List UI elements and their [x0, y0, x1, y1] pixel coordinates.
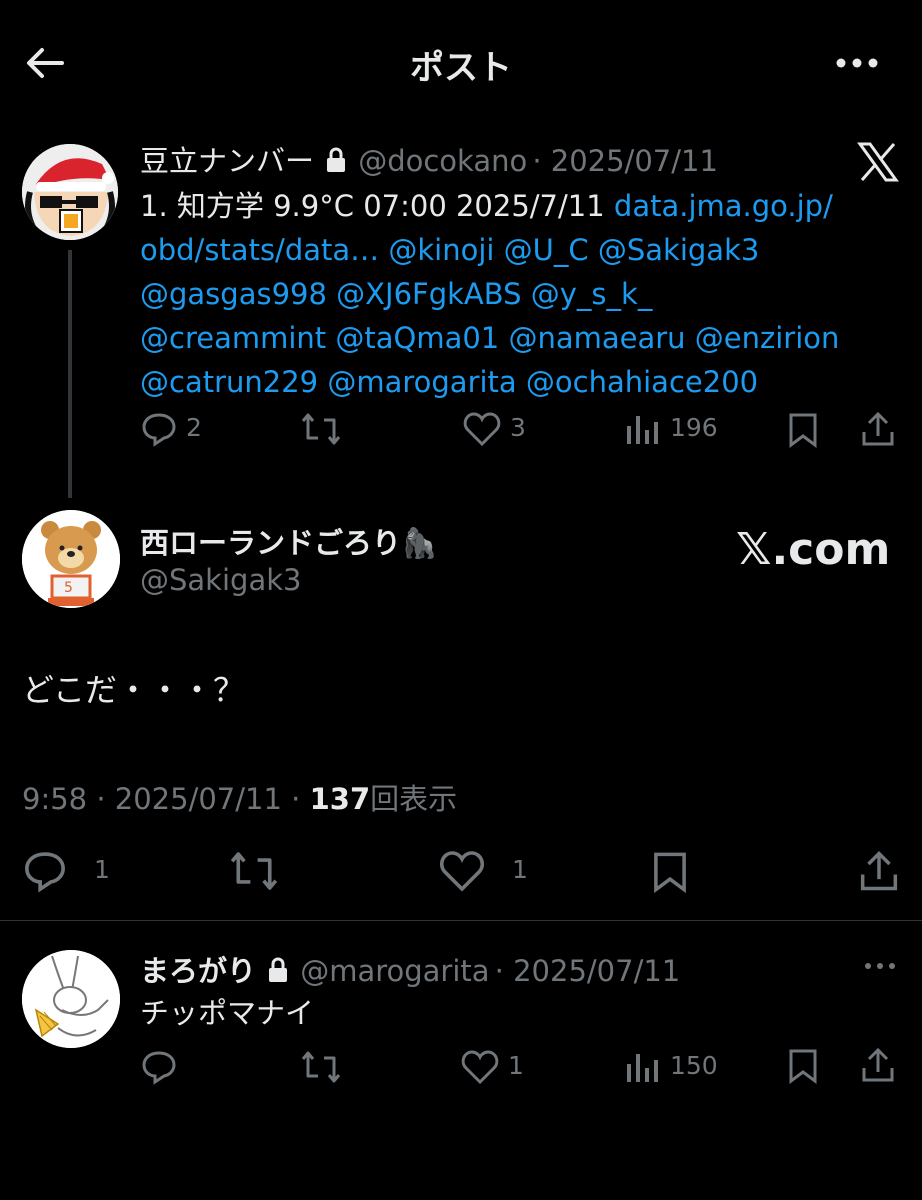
display-name[interactable]: まろがり: [140, 954, 256, 988]
share-icon[interactable]: [860, 410, 896, 448]
post-text: チッポマナイ: [140, 996, 315, 1030]
post-date: · 2025/07/11: [532, 144, 718, 178]
share-icon[interactable]: [858, 848, 900, 894]
bookmark-icon[interactable]: [786, 1048, 820, 1084]
thread-connector: [68, 250, 72, 498]
share-icon[interactable]: [860, 1046, 896, 1084]
like-button[interactable]: 1: [438, 848, 528, 894]
lock-icon: [269, 957, 288, 982]
more-horizontal-icon[interactable]: [832, 48, 882, 78]
reply-icon: [142, 413, 176, 447]
reply-button[interactable]: 2: [140, 410, 202, 448]
bear-avatar-icon: 5: [22, 510, 120, 608]
user-handle[interactable]: @docokano: [358, 144, 527, 178]
view-count: 150: [669, 1051, 718, 1080]
gorilla-emoji: 🦍: [401, 526, 438, 560]
like-count: 1: [511, 855, 528, 884]
mentions-line[interactable]: @catrun229 @marogarita @ochahiace200: [140, 360, 880, 404]
user-handle[interactable]: @marogarita: [300, 954, 489, 988]
rabbit-avatar-icon: [22, 950, 120, 1048]
view-label: 回表示: [370, 782, 458, 816]
post-date: · 2025/07/11: [494, 954, 681, 988]
x-com-watermark: 𝕏.com: [736, 524, 891, 575]
santa-avatar-icon: [22, 144, 118, 240]
mentions-line[interactable]: @gasgas998 @XJ6FgkABS @y_s_k_: [140, 272, 880, 316]
reply-count: 1: [93, 855, 110, 884]
reply-button[interactable]: 1: [22, 848, 110, 894]
display-name[interactable]: 豆立ナンバー: [140, 144, 314, 178]
display-name[interactable]: 西ローランドごろり: [140, 526, 401, 560]
view-count: 137: [309, 782, 371, 816]
avatar[interactable]: [22, 144, 118, 240]
like-count: 1: [507, 1051, 524, 1080]
like-count: 3: [509, 413, 526, 442]
repost-icon[interactable]: [300, 1048, 342, 1086]
reply-icon[interactable]: [140, 1048, 178, 1086]
heart-icon: [461, 1050, 499, 1085]
repost-icon[interactable]: [228, 848, 280, 894]
like-button[interactable]: 3: [462, 410, 526, 448]
jma-link[interactable]: data.jma.go.jp/: [614, 189, 833, 223]
repost-icon: [301, 413, 341, 445]
post-text: 1. 知方学 9.9°C 07:00 2025/7/11: [140, 189, 605, 223]
view-count: 196: [669, 413, 718, 442]
post-text: どこだ・・・？: [22, 671, 246, 709]
mentions-line[interactable]: @creammint @taQma01 @namaearu @enzirion: [140, 316, 880, 360]
bookmark-icon[interactable]: [786, 412, 820, 448]
heart-icon: [463, 412, 501, 447]
analytics-icon: [627, 1054, 658, 1082]
repost-button[interactable]: [300, 410, 342, 448]
like-button[interactable]: 1: [460, 1048, 524, 1086]
analytics-icon: [627, 416, 658, 444]
post-time[interactable]: 9:58 · 2025/07/11 ·: [22, 782, 300, 816]
views-button[interactable]: 150: [624, 1048, 718, 1086]
avatar[interactable]: [22, 950, 120, 1048]
page-title: ポスト: [410, 48, 512, 88]
views-button[interactable]: 196: [624, 410, 718, 448]
user-handle[interactable]: @Sakigak3: [140, 563, 301, 597]
svg-text:5: 5: [64, 580, 73, 596]
reply-icon: [25, 852, 65, 893]
more-horizontal-icon[interactable]: [862, 956, 898, 976]
avatar[interactable]: 5: [22, 510, 120, 608]
mentions-line[interactable]: obd/stats/data… @kinoji @U_C @Sakigak3: [140, 228, 880, 272]
bookmark-icon[interactable]: [650, 850, 690, 894]
reply-count: 2: [185, 413, 202, 442]
heart-icon: [439, 851, 485, 892]
x-logo-icon[interactable]: [856, 142, 900, 182]
lock-icon: [327, 147, 346, 172]
divider: [0, 920, 922, 921]
